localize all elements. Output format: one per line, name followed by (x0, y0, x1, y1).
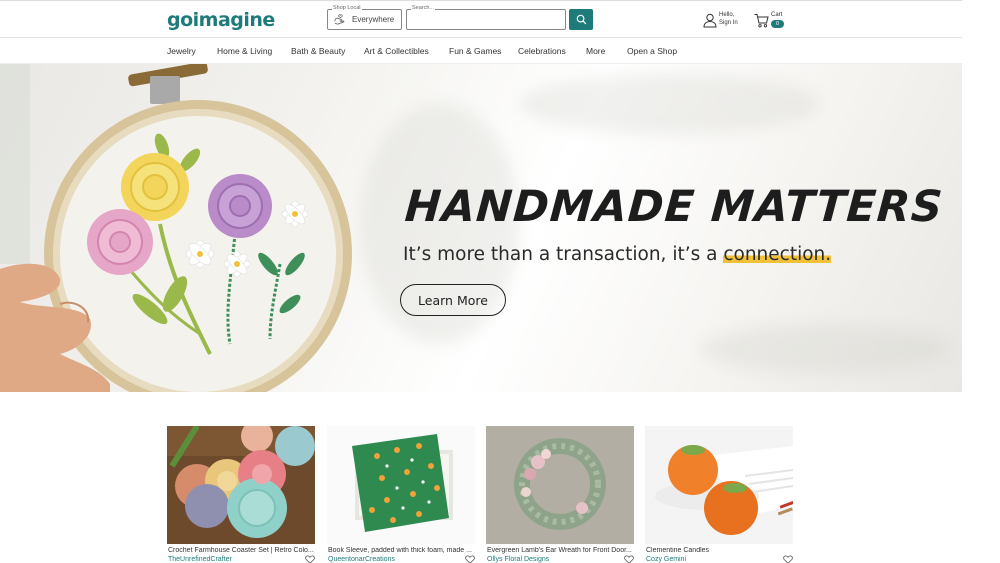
nav-item-fun-games[interactable]: Fun & Games (449, 46, 501, 56)
fabric-fold (520, 74, 820, 134)
learn-more-button[interactable]: Learn More (400, 284, 506, 316)
hand-heart-icon (334, 14, 345, 25)
nav-item-art-collectibles[interactable]: Art & Collectibles (364, 46, 429, 56)
nav-item-jewelry[interactable]: Jewelry (167, 46, 196, 56)
hero-banner[interactable]: HANDMADE MATTERS It’s more than a transa… (0, 64, 962, 392)
hero-title: HANDMADE MATTERS (403, 182, 945, 232)
shop-local-label: Shop Local (332, 4, 362, 12)
product-card[interactable]: Crochet Farmhouse Coaster Set | Retro Co… (167, 426, 315, 563)
product-title[interactable]: Clementine Candles (646, 547, 796, 554)
user-icon (703, 13, 717, 28)
fabric-fold (700, 324, 950, 374)
product-title[interactable]: Crochet Farmhouse Coaster Set | Retro Co… (168, 547, 318, 554)
sign-in-text: Sign In (719, 20, 738, 26)
product-shop-link[interactable]: TheUnrefinedCrafter (168, 556, 232, 563)
product-shop-link[interactable]: Ollys Floral Designs (487, 556, 549, 563)
product-shop-link[interactable]: Cozy Gemini (646, 556, 686, 563)
cart-link[interactable]: Cart 0 (754, 12, 794, 30)
favorite-heart-icon[interactable] (624, 555, 634, 563)
hello-text: Hello, (719, 12, 735, 18)
goimagine-logo[interactable]: goimagine (167, 9, 275, 31)
nav-item-bath-beauty[interactable]: Bath & Beauty (291, 46, 345, 56)
product-card[interactable]: Clementine Candles Cozy Gemini (645, 426, 793, 563)
site-header: goimagine Shop Local Everywhere Search..… (0, 0, 962, 38)
product-card[interactable]: Book Sleeve, padded with thick foam, mad… (327, 426, 475, 563)
sign-in-link[interactable]: Hello, Sign In (703, 12, 743, 30)
search-button[interactable] (569, 9, 593, 30)
nav-item-open-a-shop[interactable]: Open a Shop (627, 46, 677, 56)
nav-item-more[interactable]: More (586, 46, 605, 56)
highlight-word: connection. (723, 244, 832, 265)
nav-item-celebrations[interactable]: Celebrations (518, 46, 566, 56)
shop-local-select[interactable]: Shop Local Everywhere (327, 4, 402, 30)
product-card[interactable]: Evergreen Lamb’s Ear Wreath for Front Do… (486, 426, 634, 563)
hero-subtitle: It’s more than a transaction, it’s a con… (403, 244, 832, 265)
product-shop-link[interactable]: QueentonarCreations (328, 556, 395, 563)
favorite-heart-icon[interactable] (465, 555, 475, 563)
product-grid: Crochet Farmhouse Coaster Set | Retro Co… (0, 392, 1000, 563)
search-label: Search... (411, 4, 436, 12)
product-image[interactable] (486, 426, 634, 544)
search-icon (576, 14, 586, 25)
nav-item-home-living[interactable]: Home & Living (217, 46, 272, 56)
product-image[interactable] (645, 426, 793, 544)
product-image[interactable] (327, 426, 475, 544)
category-nav: Jewelry Home & Living Bath & Beauty Art … (0, 38, 962, 64)
search-input[interactable]: Search... (406, 4, 566, 30)
favorite-heart-icon[interactable] (305, 555, 315, 563)
shop-local-value: Everywhere (352, 15, 395, 24)
product-title[interactable]: Book Sleeve, padded with thick foam, mad… (328, 547, 478, 554)
product-title[interactable]: Evergreen Lamb’s Ear Wreath for Front Do… (487, 547, 637, 554)
cart-icon (754, 14, 769, 28)
cart-count-badge: 0 (771, 20, 784, 28)
favorite-heart-icon[interactable] (783, 555, 793, 563)
product-image[interactable] (167, 426, 315, 544)
embroidery-hoop-image (0, 64, 352, 392)
cart-label: Cart (771, 12, 783, 18)
